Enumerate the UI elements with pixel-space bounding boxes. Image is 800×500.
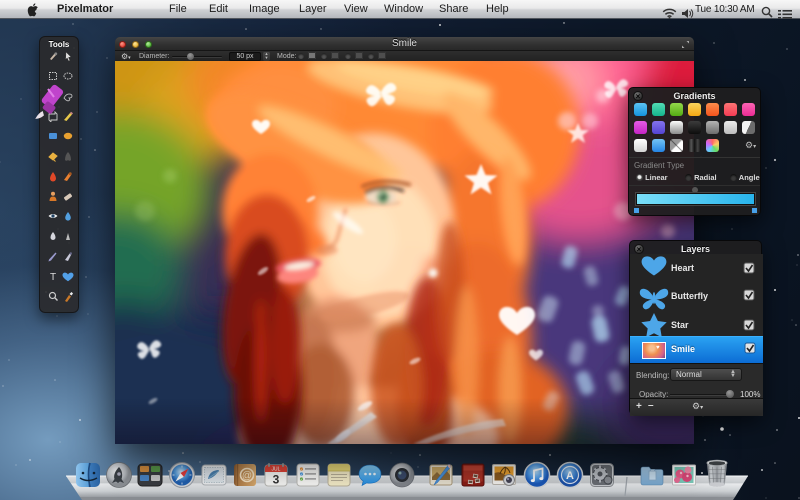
svg-text:3: 3 bbox=[273, 473, 280, 487]
svg-text:Heart: Heart bbox=[671, 263, 694, 273]
svg-text:Star: Star bbox=[671, 320, 689, 330]
svg-text:A: A bbox=[566, 470, 574, 482]
svg-text:@: @ bbox=[242, 471, 252, 482]
svg-text:Butterfly: Butterfly bbox=[671, 291, 708, 301]
svg-text:T: T bbox=[50, 272, 56, 282]
